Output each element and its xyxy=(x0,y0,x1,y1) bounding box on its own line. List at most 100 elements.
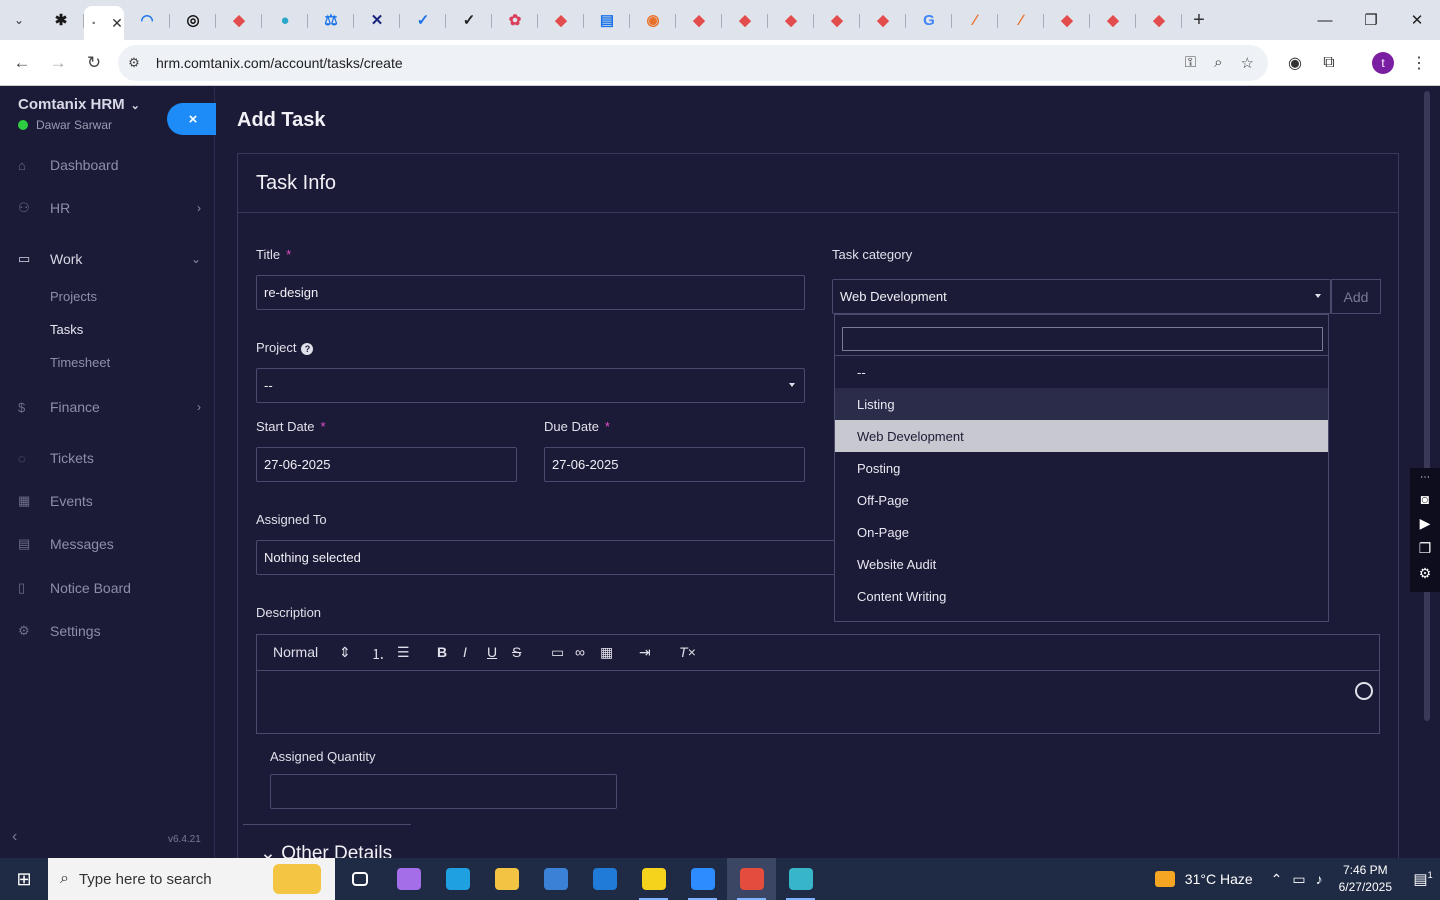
notification-icon[interactable]: ▤1 xyxy=(1406,870,1440,888)
browser-tab[interactable]: ◆ xyxy=(814,5,860,35)
windows-start-icon[interactable]: ⊞ xyxy=(0,858,48,900)
window-icon[interactable]: ❐ xyxy=(1419,540,1432,557)
direction-icon[interactable]: ⇥ xyxy=(639,644,651,661)
underline-icon[interactable]: U xyxy=(487,644,497,660)
format-select[interactable]: Normal xyxy=(273,644,318,660)
assigned-to-select[interactable]: Nothing selected xyxy=(256,540,836,575)
taskbar-app-sticky-notes[interactable] xyxy=(629,858,678,900)
sidebar-item-tickets[interactable]: ◌ Tickets xyxy=(0,443,215,473)
sidebar-subitem-timesheet[interactable]: Timesheet xyxy=(50,355,110,370)
taskbar-app-edge[interactable] xyxy=(433,858,482,900)
dropdown-option[interactable]: Web Development xyxy=(835,420,1328,452)
camera-icon[interactable]: ◙ xyxy=(1421,491,1429,507)
sidebar-subitem-tasks[interactable]: Tasks xyxy=(50,322,83,337)
taskbar-app-copilot[interactable] xyxy=(384,858,433,900)
sidebar-subitem-projects[interactable]: Projects xyxy=(50,289,97,304)
sidebar-item-work[interactable]: ▭ Work ⌄ xyxy=(0,244,215,274)
taskbar-app-app-diamond[interactable] xyxy=(776,858,825,900)
taskbar-search[interactable]: ⌕ Type here to search xyxy=(48,858,335,900)
browser-tab[interactable]: ∕ xyxy=(952,5,998,35)
chevron-up-icon[interactable]: ⌃ xyxy=(1271,871,1283,888)
taskbar-app-chrome[interactable] xyxy=(727,858,776,900)
taskbar-clock[interactable]: 7:46 PM 6/27/2025 xyxy=(1339,862,1392,896)
project-select[interactable]: -- xyxy=(256,368,805,403)
browser-tab[interactable]: ◆ xyxy=(1136,5,1182,35)
reload-icon[interactable]: ↻ xyxy=(76,45,112,81)
sidebar-item-messages[interactable]: ▤ Messages xyxy=(0,529,215,559)
dropdown-option[interactable]: On-Page xyxy=(835,516,1328,548)
forward-icon[interactable]: → xyxy=(40,45,76,81)
italic-icon[interactable]: I xyxy=(463,644,467,660)
taskbar-app-file-explorer[interactable] xyxy=(482,858,531,900)
table-icon[interactable]: ▦ xyxy=(600,644,613,661)
browser-tab[interactable]: ✱ xyxy=(38,5,84,35)
zoom-icon[interactable]: ⌕ xyxy=(1214,54,1222,72)
bullet-list-icon[interactable]: ☰ xyxy=(397,644,410,661)
dropdown-option[interactable]: Listing xyxy=(835,388,1328,420)
browser-tab[interactable]: ∕ xyxy=(998,5,1044,35)
bookmark-star-icon[interactable]: ☆ xyxy=(1241,54,1254,72)
browser-tab[interactable]: ◆ xyxy=(1090,5,1136,35)
browser-tab[interactable]: ◆ xyxy=(722,5,768,35)
link-icon[interactable]: ⋯ xyxy=(1420,472,1430,483)
sidebar-item-notice-board[interactable]: ▯ Notice Board xyxy=(0,573,215,603)
extensions-icon[interactable]: ⧉ xyxy=(1314,48,1344,78)
image-icon[interactable]: ▭ xyxy=(551,644,564,661)
taskbar-app-store[interactable] xyxy=(531,858,580,900)
sidebar-item-settings[interactable]: ⚙ Settings xyxy=(0,616,215,646)
dropdown-option[interactable]: Posting xyxy=(835,452,1328,484)
sort-arrows-icon[interactable]: ⇕ xyxy=(339,644,351,661)
collapse-sidebar-button[interactable]: × xyxy=(167,103,219,135)
browser-tab[interactable]: ✿ xyxy=(492,5,538,35)
browser-tab[interactable]: ✓ xyxy=(400,5,446,35)
browser-tab[interactable]: ◆ xyxy=(860,5,906,35)
sidebar-item-hr[interactable]: ⚇ HR › xyxy=(0,193,215,223)
browser-tab[interactable]: ◉ xyxy=(630,5,676,35)
dropdown-option[interactable]: Off-Page xyxy=(835,484,1328,516)
close-tab-icon[interactable]: ✕ xyxy=(111,15,123,32)
sidebar-item-finance[interactable]: $ Finance › xyxy=(0,392,215,422)
browser-tab[interactable]: ◆ xyxy=(676,5,722,35)
browser-tab[interactable]: ⚖ xyxy=(308,5,354,35)
sidebar-item-dashboard[interactable]: ⌂ Dashboard xyxy=(0,150,215,180)
gear-icon[interactable]: ⚙ xyxy=(1419,565,1432,582)
chevron-left-icon[interactable]: ‹ xyxy=(12,828,17,846)
back-icon[interactable]: ← xyxy=(4,45,40,81)
taskbar-app-zoom[interactable] xyxy=(678,858,727,900)
help-icon[interactable]: ? xyxy=(301,342,314,355)
weather-widget[interactable]: 31°C Haze xyxy=(1154,871,1253,887)
browser-tab[interactable]: ◆ xyxy=(216,5,262,35)
browser-tab-active[interactable]: · ✕ xyxy=(84,6,124,40)
strikethrough-icon[interactable]: S xyxy=(512,644,521,660)
clear-format-icon[interactable]: T× xyxy=(679,644,696,660)
emoji-icon[interactable] xyxy=(1355,682,1373,700)
browser-tab[interactable]: ◠ xyxy=(124,5,170,35)
dropdown-option[interactable]: Website Audit xyxy=(835,548,1328,580)
site-info-icon[interactable]: ⚙ xyxy=(118,55,150,71)
video-icon[interactable]: ▶ xyxy=(1420,515,1431,532)
browser-tab[interactable]: ✕ xyxy=(354,5,400,35)
address-bar[interactable]: ⚙ hrm.comtanix.com/account/tasks/create … xyxy=(118,45,1268,81)
dropdown-search-input[interactable] xyxy=(842,327,1323,351)
taskbar-app-mail[interactable] xyxy=(580,858,629,900)
password-key-icon[interactable]: ⚿ xyxy=(1185,54,1196,72)
add-category-button[interactable]: Add xyxy=(1331,279,1381,314)
volume-icon[interactable]: ♪ xyxy=(1316,871,1323,887)
task-category-select[interactable]: Web Development xyxy=(832,279,1331,314)
vpn-extension-icon[interactable]: ◉ xyxy=(1280,48,1310,78)
sidebar-item-events[interactable]: ▦ Events xyxy=(0,486,215,516)
browser-tab[interactable]: ▤ xyxy=(584,5,630,35)
bold-icon[interactable]: B xyxy=(437,644,447,660)
link-icon[interactable]: ∞ xyxy=(575,644,585,660)
start-date-input[interactable]: 27-06-2025 xyxy=(256,447,517,482)
maximize-icon[interactable]: ❐ xyxy=(1348,0,1394,40)
browser-menu-icon[interactable]: ⋮ xyxy=(1404,48,1434,78)
browser-tab[interactable]: ◎ xyxy=(170,5,216,35)
minimize-icon[interactable]: — xyxy=(1302,0,1348,40)
browser-tab[interactable]: ◆ xyxy=(768,5,814,35)
browser-tab[interactable]: ◆ xyxy=(1044,5,1090,35)
scrollbar-thumb[interactable] xyxy=(1424,91,1430,721)
dropdown-option[interactable]: -- xyxy=(835,356,1328,388)
tab-search-icon[interactable]: ⌄ xyxy=(0,0,38,40)
brand-name[interactable]: Comtanix HRM ⌄ xyxy=(18,96,140,113)
